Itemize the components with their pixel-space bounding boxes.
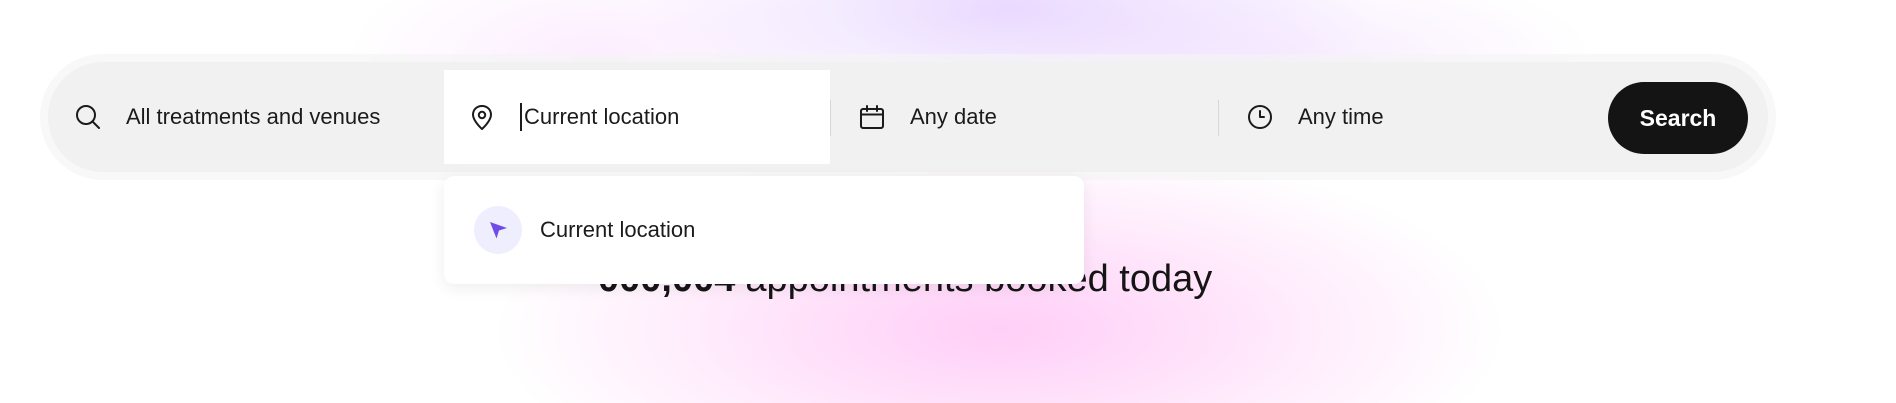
- location-field[interactable]: [444, 70, 830, 164]
- clock-icon: [1246, 103, 1274, 131]
- location-dropdown: Current location: [444, 176, 1084, 284]
- date-label: Any date: [910, 104, 997, 129]
- time-field[interactable]: Any time: [1218, 70, 1578, 164]
- time-label: Any time: [1298, 104, 1384, 129]
- calendar-icon: [858, 103, 886, 131]
- search-bar: All treatments and venues Any date: [48, 62, 1768, 172]
- navigation-arrow-icon: [474, 206, 522, 254]
- dropdown-item-label: Current location: [540, 217, 696, 242]
- treatments-field[interactable]: All treatments and venues: [74, 70, 486, 164]
- date-field[interactable]: Any date: [830, 70, 1218, 164]
- search-icon: [74, 103, 102, 131]
- search-button[interactable]: Search: [1608, 82, 1748, 154]
- treatments-label: All treatments and venues: [126, 104, 381, 129]
- dropdown-item-current-location[interactable]: Current location: [474, 206, 695, 254]
- location-input[interactable]: [520, 103, 814, 131]
- map-pin-icon: [468, 103, 496, 131]
